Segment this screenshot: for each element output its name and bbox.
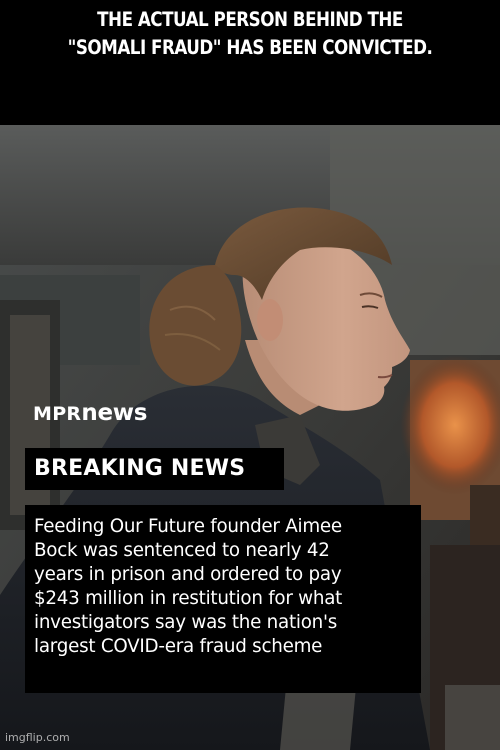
- story-line: largest COVID-era fraud scheme: [34, 636, 323, 657]
- breaking-news-label: BREAKING NEWS: [25, 448, 284, 490]
- caption-bar: THE ACTUAL PERSON BEHIND THE "SOMALI FRA…: [0, 0, 500, 125]
- story-text-box: Feeding Our Future founder Aimee Bock wa…: [25, 505, 421, 693]
- story-line: Feeding Our Future founder Aimee: [34, 516, 342, 537]
- brand-suffix: news: [81, 400, 148, 426]
- meme-headline: THE ACTUAL PERSON BEHIND THE "SOMALI FRA…: [67, 8, 433, 59]
- meme-canvas: THE ACTUAL PERSON BEHIND THE "SOMALI FRA…: [0, 0, 500, 750]
- brand-prefix: MPR: [33, 403, 82, 425]
- story-line: $243 million in restitution for what: [34, 588, 343, 609]
- story-line: years in prison and ordered to pay: [34, 564, 342, 585]
- story-line: Bock was sentenced to nearly 42: [34, 540, 330, 561]
- imgflip-watermark: imgflip.com: [5, 731, 70, 744]
- mpr-news-logo: MPRnews: [33, 402, 147, 425]
- story-line: investigators say was the nation's: [34, 612, 338, 633]
